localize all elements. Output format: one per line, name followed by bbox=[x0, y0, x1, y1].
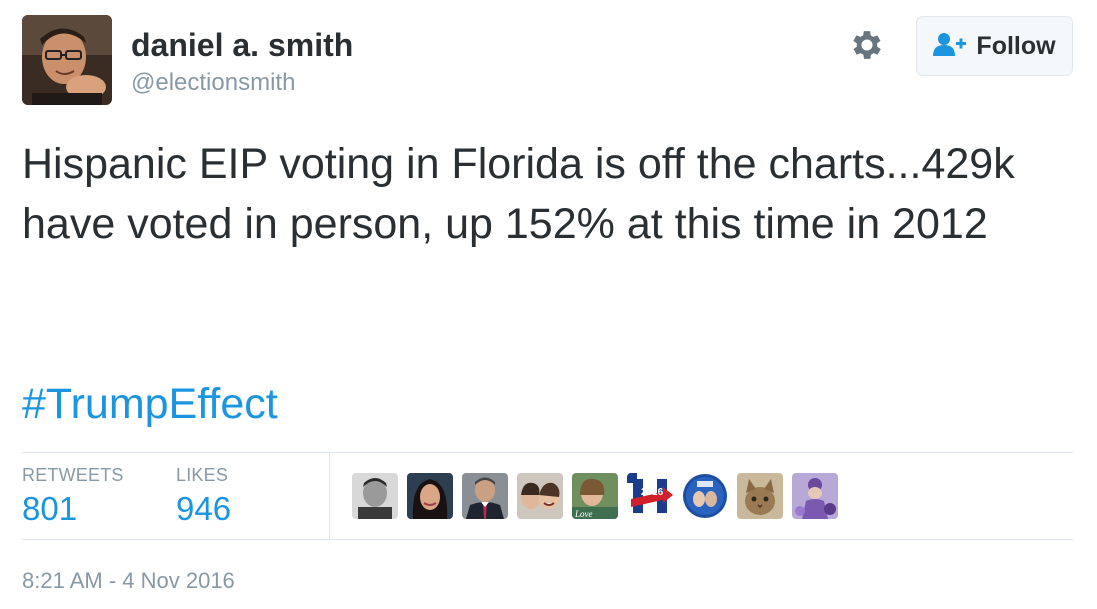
liker-avatar-man-suit[interactable] bbox=[462, 473, 508, 519]
likers-list: Love 2016 bbox=[352, 473, 838, 519]
likes-label: LIKES bbox=[176, 465, 229, 485]
liker-avatar-two-people[interactable] bbox=[517, 473, 563, 519]
tweet-text: Hispanic EIP voting in Florida is off th… bbox=[22, 140, 1015, 248]
liker-avatar-woman-dark-hair[interactable] bbox=[407, 473, 453, 519]
retweets-label: RETWEETS bbox=[22, 465, 124, 485]
user-handle[interactable]: @electionsmith bbox=[131, 68, 295, 98]
liker-avatar-love-photo[interactable]: Love bbox=[572, 473, 618, 519]
liker-avatar-bw-man[interactable] bbox=[352, 473, 398, 519]
liker-avatar-blue-circle[interactable] bbox=[682, 473, 728, 519]
divider-bottom bbox=[22, 539, 1073, 540]
liker-avatar-hillary-logo[interactable]: 2016 bbox=[627, 473, 673, 519]
stats-divider bbox=[329, 453, 330, 539]
user-avatar[interactable] bbox=[22, 15, 112, 105]
follow-button-label: Follow bbox=[976, 31, 1056, 60]
likes-count[interactable]: 946 bbox=[176, 490, 231, 528]
user-display-name[interactable]: daniel a. smith bbox=[131, 26, 353, 64]
hashtag-link[interactable]: #TrumpEffect bbox=[22, 374, 278, 434]
divider-top bbox=[22, 452, 1073, 453]
liker-avatar-purple-cartoon[interactable] bbox=[792, 473, 838, 519]
add-user-icon bbox=[933, 32, 967, 61]
liker-avatar-cat[interactable] bbox=[737, 473, 783, 519]
gear-icon[interactable] bbox=[848, 26, 886, 64]
liker-2016-text: 2016 bbox=[641, 487, 664, 498]
follow-button[interactable]: Follow bbox=[916, 16, 1073, 76]
liker-love-text: Love bbox=[574, 509, 593, 519]
tweet-timestamp[interactable]: 8:21 AM - 4 Nov 2016 bbox=[22, 568, 235, 594]
retweets-count[interactable]: 801 bbox=[22, 490, 77, 528]
